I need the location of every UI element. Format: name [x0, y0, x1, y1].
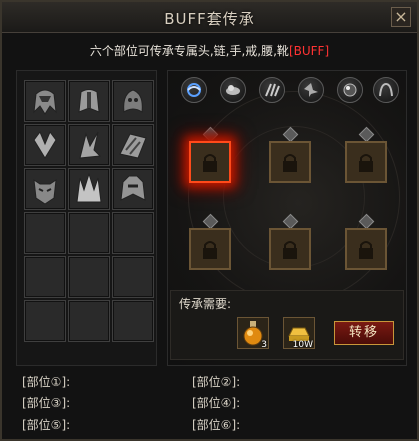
helmet-beast-icon — [120, 175, 146, 201]
swirl-buff-icon[interactable] — [181, 77, 207, 103]
position-5-label: [部位⑤]: — [22, 418, 71, 432]
lock-icon — [359, 154, 373, 172]
equip-slot-1[interactable] — [24, 80, 66, 122]
position-6-label: [部位⑥]: — [192, 418, 241, 432]
helmet-hood-icon — [123, 89, 143, 113]
equip-slot-empty[interactable] — [68, 256, 110, 298]
equip-slot-2[interactable] — [68, 80, 110, 122]
transfer-slot-3[interactable] — [345, 141, 387, 183]
position-4-label: [部位④]: — [192, 396, 241, 410]
equip-slot-7[interactable] — [24, 168, 66, 210]
title-bar[interactable]: BUFF套传承 × — [2, 2, 417, 33]
necklace-wing-icon — [33, 131, 57, 159]
crown-spike-icon — [76, 172, 102, 203]
equip-slot-9[interactable] — [112, 168, 154, 210]
equipment-grid-panel — [16, 70, 157, 366]
lock-icon — [283, 241, 297, 259]
helmet-warrior-icon — [78, 89, 100, 113]
equip-slot-empty[interactable] — [112, 256, 154, 298]
lock-icon — [359, 241, 373, 259]
lock-icon — [203, 154, 217, 172]
window-title: BUFF套传承 — [164, 10, 255, 28]
gold-item[interactable]: 10W — [283, 317, 315, 350]
transfer-button[interactable]: 转移 — [334, 321, 394, 345]
spike-buff-icon[interactable] — [298, 77, 324, 103]
orb-buff-icon[interactable] — [337, 77, 363, 103]
equip-slot-empty[interactable] — [24, 300, 66, 342]
potion-count: 3 — [261, 340, 267, 350]
equip-slot-6[interactable] — [112, 124, 154, 166]
requirement-label: 传承需要: — [179, 297, 232, 311]
close-button[interactable]: × — [391, 7, 411, 27]
equip-slot-5[interactable] — [68, 124, 110, 166]
transfer-slot-1-selected[interactable] — [189, 141, 231, 183]
gold-amount: 10W — [292, 340, 313, 350]
equip-slot-empty[interactable] — [24, 256, 66, 298]
cloud-buff-icon[interactable] — [220, 77, 246, 103]
position-3-label: [部位③]: — [22, 396, 71, 410]
lock-icon — [203, 241, 217, 259]
claw-buff-icon[interactable] — [259, 77, 285, 103]
description-text: 六个部位可传承专属头,链,手,戒,腰,靴[BUFF] — [2, 42, 417, 59]
horn-buff-icon[interactable] — [373, 77, 399, 103]
potion-item[interactable]: 3 — [237, 317, 269, 350]
lock-icon — [283, 154, 297, 172]
equip-slot-empty[interactable] — [68, 212, 110, 254]
transfer-slot-6[interactable] — [345, 228, 387, 270]
description-main: 六个部位可传承专属头,链,手,戒,腰,靴 — [89, 44, 289, 58]
helmet-dragon-icon — [33, 89, 57, 115]
position-2-label: [部位②]: — [192, 375, 241, 389]
buff-tag: [BUFF] — [288, 44, 330, 58]
mask-demon-icon — [33, 178, 57, 205]
position-1-label: [部位①]: — [22, 375, 71, 389]
buff-transfer-window: BUFF套传承 × 六个部位可传承专属头,链,手,戒,腰,靴[BUFF] 传承需… — [0, 0, 419, 441]
transfer-slot-2[interactable] — [269, 141, 311, 183]
equip-slot-empty[interactable] — [112, 212, 154, 254]
equip-slot-empty[interactable] — [68, 300, 110, 342]
transfer-slot-5[interactable] — [269, 228, 311, 270]
transfer-slot-4[interactable] — [189, 228, 231, 270]
equip-slot-4[interactable] — [24, 124, 66, 166]
necklace-claw-icon — [79, 131, 102, 159]
equip-slot-empty[interactable] — [24, 212, 66, 254]
bracer-feather-icon — [119, 133, 147, 159]
equip-slot-3[interactable] — [112, 80, 154, 122]
equip-slot-8[interactable] — [68, 168, 110, 210]
equip-slot-empty[interactable] — [112, 300, 154, 342]
